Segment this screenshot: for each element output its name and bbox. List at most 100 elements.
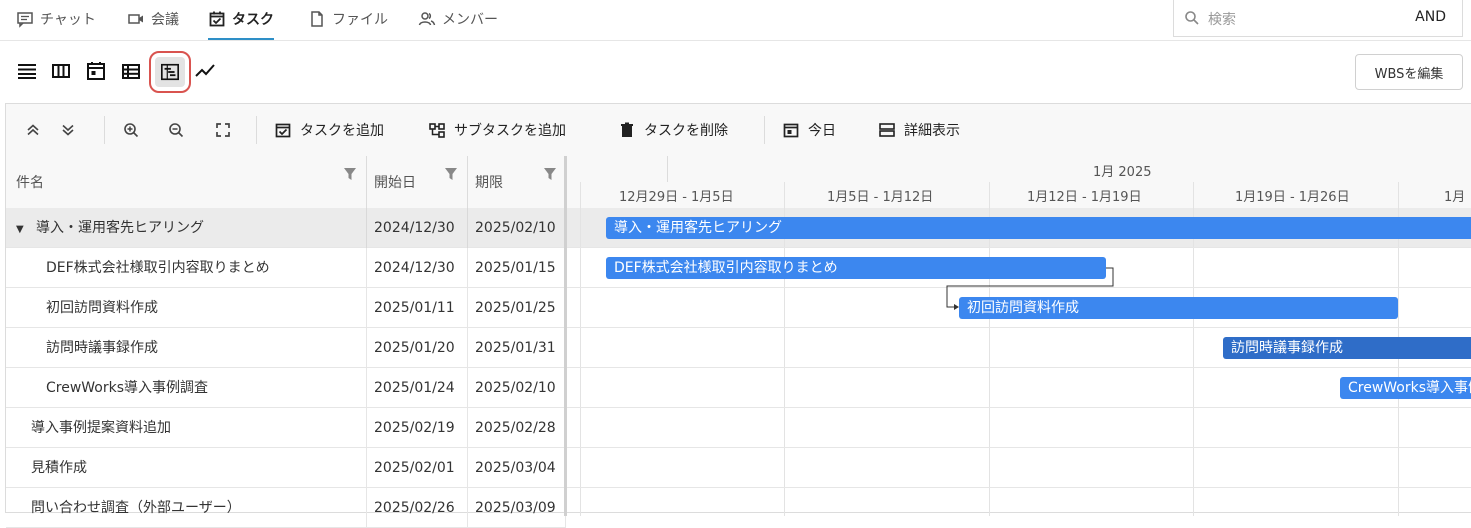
expand-all-icon (62, 124, 74, 136)
zoom-in-button[interactable] (122, 104, 140, 156)
week-label: 1月12日 - 1月19日 (1027, 190, 1142, 205)
column-header-start[interactable]: 開始日 (367, 156, 468, 208)
table-row-group[interactable]: ▼ 導入・運用客先ヒアリング 2024/12/30 2025/02/10 (6, 208, 566, 248)
tab-chat[interactable]: チャット (16, 0, 96, 38)
table-row[interactable]: 見積作成 2025/02/01 2025/03/04 (6, 448, 566, 488)
tab-chat-label: チャット (40, 12, 96, 28)
due-date-cell: 2025/02/10 (468, 368, 566, 408)
tab-task-label: タスク (232, 12, 274, 28)
filter-icon[interactable] (542, 166, 558, 182)
row-gridline (567, 247, 1471, 248)
chat-icon (17, 12, 33, 28)
due-date-cell: 2025/03/09 (468, 488, 566, 528)
gantt-view-button[interactable] (149, 51, 191, 93)
filter-icon[interactable] (342, 166, 358, 182)
expand-all-button[interactable] (59, 104, 77, 156)
start-date-cell: 2024/12/30 (367, 248, 468, 288)
gantt-bar[interactable]: CrewWorks導入事例調査 (1340, 377, 1471, 399)
row-gridline (567, 447, 1471, 448)
chart-view-button[interactable] (194, 60, 216, 82)
month-divider (667, 156, 668, 182)
members-icon (418, 12, 436, 26)
filter-icon[interactable] (443, 166, 459, 182)
column-name-label: 件名 (16, 175, 44, 191)
calendar-view-button[interactable] (85, 60, 107, 82)
tab-members[interactable]: メンバー (418, 0, 498, 38)
table-row[interactable]: 訪問時議事録作成 2025/01/20 2025/01/31 (6, 328, 566, 368)
week-label: 1月19日 - 1月26日 (1235, 190, 1350, 205)
row-gridline (567, 487, 1471, 488)
search-input[interactable]: 検索 AND (1173, 0, 1463, 37)
table-view-button[interactable] (120, 60, 142, 82)
gantt-bar-group[interactable]: 導入・運用客先ヒアリング (606, 217, 1471, 239)
task-calendar-icon (209, 11, 225, 27)
start-date-cell: 2025/01/20 (367, 328, 468, 368)
tab-meeting-label: 会議 (151, 12, 179, 28)
fit-screen-button[interactable] (214, 104, 232, 156)
task-name: DEF株式会社様取引内容取りまとめ (6, 248, 367, 288)
search-placeholder: 検索 (1208, 12, 1236, 28)
calendar-view-icon (87, 62, 105, 80)
collapse-all-icon (27, 124, 39, 136)
week-label: 1月5日 - 1月12日 (827, 190, 934, 205)
detail-view-label: 詳細表示 (904, 123, 960, 139)
detail-view-button[interactable]: 詳細表示 (878, 104, 960, 156)
trend-chart-icon (195, 64, 215, 77)
today-label: 今日 (808, 123, 836, 139)
timeline-week-row: 12月29日 - 1月5日 1月5日 - 1月12日 1月12日 - 1月19日… (567, 182, 1471, 209)
edit-wbs-button[interactable]: WBSを編集 (1355, 54, 1463, 90)
month-label: 1月 2025 (1093, 165, 1152, 180)
fit-screen-icon (216, 123, 230, 137)
row-gridline (567, 407, 1471, 408)
detail-panel-icon (879, 123, 895, 137)
task-name: 導入事例提案資料追加 (6, 408, 367, 448)
zoom-out-button[interactable] (167, 104, 185, 156)
list-view-icon (18, 64, 36, 79)
collapse-all-button[interactable] (24, 104, 42, 156)
due-date-cell: 2025/03/04 (468, 448, 566, 488)
start-date-cell: 2025/01/24 (367, 368, 468, 408)
add-subtask-button[interactable]: サブタスクを追加 (428, 104, 566, 156)
week-label: 1月 (1444, 190, 1466, 205)
subtask-icon (429, 123, 445, 138)
top-navigation: チャット 会議 タスク ファイル メンバー 検索 AND (0, 0, 1471, 41)
task-name: 訪問時議事録作成 (6, 328, 367, 368)
trash-icon (621, 122, 633, 137)
zoom-out-icon (169, 123, 184, 138)
delete-task-button[interactable]: タスクを削除 (618, 104, 728, 156)
task-name: 見積作成 (6, 448, 367, 488)
table-row[interactable]: 導入事例提案資料追加 2025/02/19 2025/02/28 (6, 408, 566, 448)
delete-task-label: タスクを削除 (644, 123, 728, 139)
search-mode-toggle[interactable]: AND (1415, 9, 1446, 25)
table-row[interactable]: 初回訪問資料作成 2025/01/11 2025/01/25 (6, 288, 566, 328)
table-row[interactable]: DEF株式会社様取引内容取りまとめ 2024/12/30 2025/01/15 (6, 248, 566, 288)
table-row[interactable]: CrewWorks導入事例調査 2025/01/24 2025/02/10 (6, 368, 566, 408)
column-header-name[interactable]: 件名 (6, 156, 367, 208)
board-view-button[interactable] (50, 60, 72, 82)
video-icon (128, 14, 143, 24)
tab-meeting[interactable]: 会議 (127, 0, 179, 38)
today-button[interactable]: 今日 (782, 104, 836, 156)
toolbar-divider (104, 116, 105, 144)
table-row[interactable]: 問い合わせ調査（外部ユーザー） 2025/02/26 2025/03/09 (6, 488, 566, 528)
due-date-cell: 2025/01/31 (468, 328, 566, 368)
file-icon (311, 11, 323, 27)
gantt-bar[interactable]: 訪問時議事録作成 (1223, 337, 1471, 359)
caret-down-icon[interactable]: ▼ (16, 210, 30, 248)
week-label: 12月29日 - 1月5日 (619, 190, 734, 205)
search-icon (1185, 11, 1199, 25)
board-view-icon (52, 64, 70, 78)
column-header-due[interactable]: 期限 (468, 156, 566, 208)
task-name: 問い合わせ調査（外部ユーザー） (6, 488, 367, 528)
tab-task[interactable]: タスク (208, 0, 274, 40)
tab-files[interactable]: ファイル (308, 0, 388, 38)
zoom-in-icon (124, 123, 139, 138)
tab-members-label: メンバー (442, 12, 498, 28)
grid-header: 件名 開始日 期限 (6, 156, 566, 209)
add-task-button[interactable]: タスクを追加 (274, 104, 384, 156)
list-view-button[interactable] (16, 60, 38, 82)
due-date-cell: 2025/01/15 (468, 248, 566, 288)
toolbar-divider (256, 116, 257, 144)
row-gridline (567, 327, 1471, 328)
column-due-label: 期限 (475, 175, 503, 191)
